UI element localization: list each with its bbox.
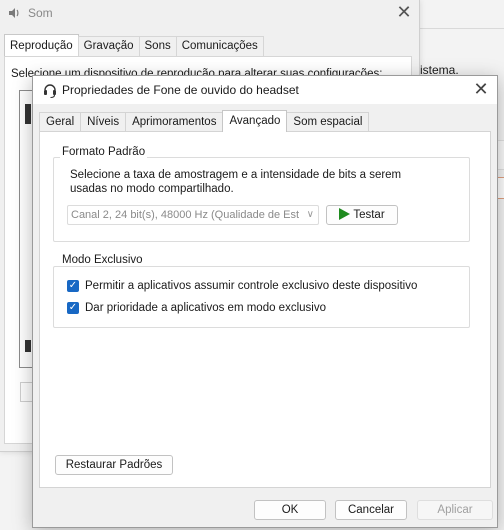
som-device-icon bbox=[25, 340, 31, 352]
exclusive-priority-label: Dar prioridade a aplicativos em modo exc… bbox=[85, 302, 326, 314]
som-window-title: Som bbox=[28, 6, 53, 20]
dialog-tab-strip: Geral Níveis Aprimoramentos Avançado Som… bbox=[39, 110, 370, 132]
properties-dialog: Propriedades de Fone de ouvido do headse… bbox=[32, 75, 498, 528]
checkbox-checked-icon[interactable]: ✓ bbox=[67, 302, 79, 314]
chevron-down-icon: ∨ bbox=[306, 209, 314, 220]
default-format-label: Formato Padrão bbox=[60, 146, 148, 158]
default-format-description: Selecione a taxa de amostragem e a inten… bbox=[70, 169, 402, 195]
tab-aprimoramentos[interactable]: Aprimoramentos bbox=[125, 112, 224, 132]
format-select[interactable]: Canal 2, 24 bit(s), 48000 Hz (Qualidade … bbox=[67, 205, 319, 225]
play-icon bbox=[339, 208, 351, 220]
restore-defaults-button[interactable]: Restaurar Padrões bbox=[55, 455, 173, 475]
som-tab-gravacao[interactable]: Gravação bbox=[77, 36, 140, 56]
som-device-list[interactable] bbox=[19, 90, 33, 368]
som-tab-comunicacoes[interactable]: Comunicações bbox=[175, 36, 264, 56]
exclusive-mode-group bbox=[53, 266, 470, 328]
speaker-icon bbox=[9, 8, 19, 18]
apply-button[interactable]: Aplicar bbox=[417, 500, 493, 520]
tab-avancado[interactable]: Avançado bbox=[222, 110, 288, 132]
exclusive-control-option[interactable]: ✓ Permitir a aplicativos assumir control… bbox=[67, 278, 417, 294]
exclusive-control-label: Permitir a aplicativos assumir controle … bbox=[85, 280, 418, 292]
test-button-label: Testar bbox=[353, 209, 385, 221]
ok-button[interactable]: OK bbox=[254, 500, 326, 520]
headset-icon bbox=[44, 84, 56, 99]
som-tab-sons[interactable]: Sons bbox=[138, 36, 177, 56]
som-device-icon bbox=[25, 104, 31, 124]
dialog-title: Propriedades de Fone de ouvido do headse… bbox=[62, 83, 299, 97]
tab-som-espacial[interactable]: Som espacial bbox=[286, 112, 370, 132]
som-tab-reproducao[interactable]: Reprodução bbox=[4, 34, 79, 56]
tab-geral[interactable]: Geral bbox=[39, 112, 82, 132]
background-divider bbox=[420, 28, 504, 29]
exclusive-priority-option[interactable]: ✓ Dar prioridade a aplicativos em modo e… bbox=[67, 300, 326, 316]
som-tab-strip: Reprodução Gravação Sons Comunicações bbox=[4, 34, 264, 56]
cancel-button[interactable]: Cancelar bbox=[335, 500, 407, 520]
test-button[interactable]: Testar bbox=[326, 205, 398, 225]
dialog-close-button[interactable]: ✕ bbox=[469, 78, 493, 100]
format-select-value: Canal 2, 24 bit(s), 48000 Hz (Qualidade … bbox=[71, 209, 299, 221]
som-close-button[interactable]: ✕ bbox=[393, 2, 415, 22]
exclusive-mode-label: Modo Exclusivo bbox=[60, 254, 145, 266]
tab-niveis[interactable]: Níveis bbox=[80, 112, 127, 132]
checkbox-checked-icon[interactable]: ✓ bbox=[67, 280, 79, 292]
